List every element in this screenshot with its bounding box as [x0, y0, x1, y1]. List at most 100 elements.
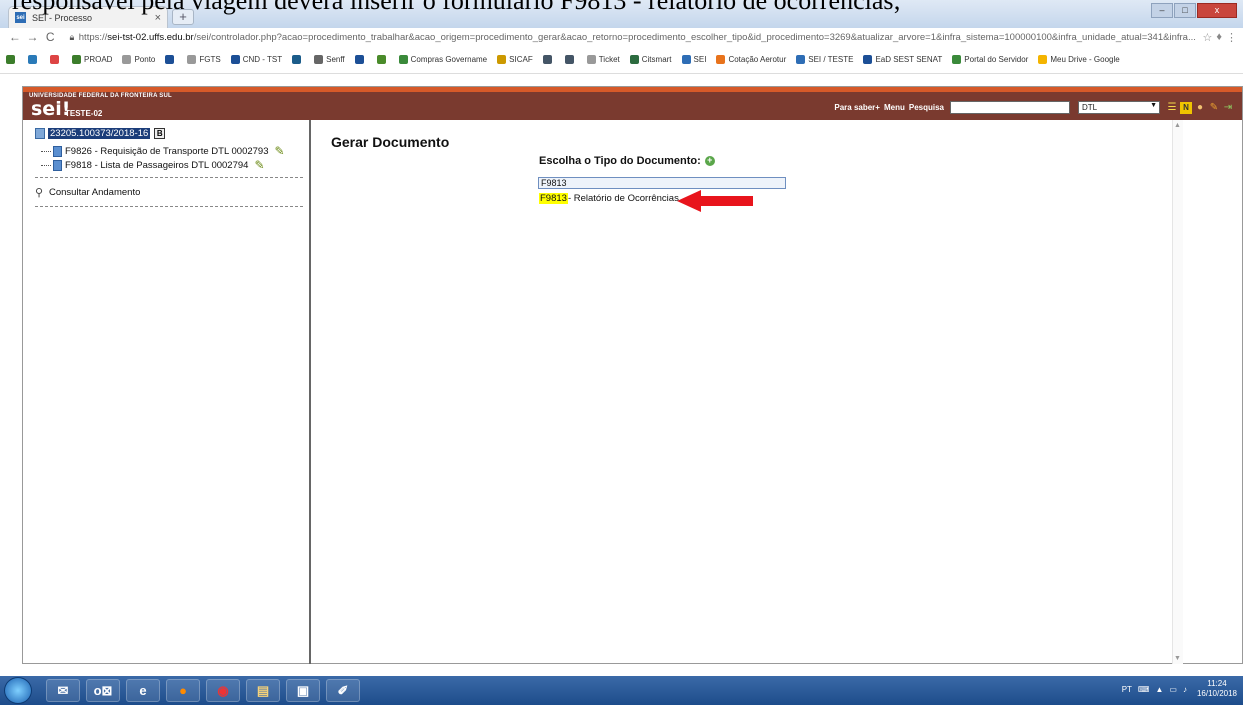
header-icons: ☰ N ● ✎ ⇥ [1164, 101, 1234, 114]
bookmark-item[interactable] [354, 55, 367, 64]
clock[interactable]: 11:24 16/10/2018 [1197, 679, 1237, 699]
bookmark-label: SEI [693, 55, 707, 64]
bookmark-icon [292, 55, 302, 64]
bookmark-item[interactable]: Compras Govername [398, 55, 487, 64]
document-type-result[interactable]: F9813 - Relatório de Ocorrências [539, 193, 679, 204]
add-icon[interactable]: + [704, 156, 715, 166]
taskbar-app-explorer[interactable]: ▤ [246, 679, 280, 702]
bookmark-item[interactable]: SICAF [497, 55, 533, 64]
list-icon[interactable]: ☰ [1166, 102, 1178, 114]
bookmark-item[interactable]: Portal do Servidor [952, 55, 1028, 64]
unit-select[interactable]: DTL ▼ [1078, 101, 1160, 114]
bookmark-item[interactable] [376, 55, 389, 64]
document-type-filter-input[interactable]: F9813 [538, 177, 786, 189]
maximize-button[interactable]: □ [1174, 3, 1196, 18]
bookmark-item[interactable] [165, 55, 177, 64]
tree-doc-item[interactable]: F9818 - Lista de Passageiros DTL 0002794… [41, 158, 265, 172]
screen: sei SEI - Processo × + – □ x responsável… [0, 0, 1243, 705]
bookmark-item[interactable]: Senff [314, 55, 345, 64]
bookmark-item[interactable]: SEI / TESTE [796, 55, 853, 64]
bookmark-item[interactable]: SEI [681, 55, 707, 64]
bookmark-item[interactable]: EaD SEST SENAT [863, 55, 942, 64]
clock-date: 16/10/2018 [1196, 689, 1237, 698]
bookmark-label: Ponto [134, 55, 156, 64]
para-saber-link[interactable]: Para saber+ [834, 103, 880, 112]
unit-select-value: DTL [1082, 103, 1098, 112]
bookmark-item[interactable] [28, 55, 40, 64]
reload-icon[interactable]: C [41, 30, 59, 44]
bookmark-item[interactable]: CND - TST [230, 55, 283, 64]
document-caption: responsável pela viagem deverá inserir o… [12, 0, 901, 15]
menu-link[interactable]: Menu [884, 103, 905, 112]
notes-icon[interactable]: N [1180, 101, 1192, 114]
result-text[interactable]: - Relatório de Ocorrências [568, 193, 679, 204]
address-bar: ← → C 🔒︎ https://sei-tst-02.uffs.edu.br/… [0, 28, 1243, 46]
url-scheme: https:// [78, 31, 108, 43]
keyboard-icon[interactable]: ⌨ [1138, 685, 1150, 694]
bookmark-item[interactable]: Cotação Aerotur [716, 55, 786, 64]
tree-doc-item[interactable]: F9826 - Requisição de Transporte DTL 000… [41, 144, 285, 158]
sei-app: UNIVERSIDADE FEDERAL DA FRONTEIRA SUL se… [22, 86, 1243, 664]
exit-icon[interactable]: ⇥ [1222, 102, 1234, 114]
bookmark-item[interactable]: PROAD [72, 55, 112, 64]
sei-header: UNIVERSIDADE FEDERAL DA FRONTEIRA SUL se… [23, 92, 1242, 120]
back-icon[interactable]: ← [6, 30, 24, 44]
network-icon[interactable]: ▭ [1169, 685, 1177, 694]
taskbar-app-outlook[interactable]: o⊠ [86, 679, 120, 702]
choose-type-text: Escolha o Tipo do Documento: [539, 155, 701, 167]
lock-icon[interactable]: 🔒︎ [65, 32, 79, 43]
start-button[interactable] [4, 677, 32, 704]
bookmark-item[interactable] [292, 55, 304, 64]
bookmark-label: Portal do Servidor [964, 55, 1029, 64]
taskbar-app-chrome[interactable]: ◉ [206, 679, 240, 702]
volume-icon[interactable]: ♪ [1183, 685, 1187, 694]
tree-doc-label[interactable]: F9826 - Requisição de Transporte DTL 000… [65, 146, 269, 157]
bookmark-icon [72, 55, 81, 64]
taskbar-app-paint[interactable]: ✐ [326, 679, 360, 702]
consultar-andamento-link[interactable]: ⚲ Consultar Andamento [35, 186, 140, 199]
bookmark-item[interactable] [6, 55, 18, 64]
bookmark-item[interactable]: Meu Drive - Google [1038, 55, 1120, 64]
forward-icon[interactable]: → [24, 30, 42, 44]
taskbar-app-ie[interactable]: e [126, 679, 160, 702]
user-icon[interactable]: ● [1194, 102, 1206, 114]
bookmark-item[interactable] [564, 55, 577, 64]
bookmark-item[interactable]: Ticket [586, 55, 620, 64]
consultar-label[interactable]: Consultar Andamento [49, 187, 140, 198]
main-scrollbar[interactable]: ▲ ▼ [1172, 120, 1183, 664]
tree-doc-label[interactable]: F9818 - Lista de Passageiros DTL 0002794 [65, 160, 248, 171]
process-number[interactable]: 23205.100373/2018-16 [48, 128, 151, 139]
taskbar-app-mail[interactable]: ✉ [46, 679, 80, 702]
search-input[interactable] [950, 101, 1070, 114]
browser-menu-icon[interactable]: ⋮ [1226, 31, 1237, 44]
tools-icon[interactable]: ✎ [1208, 102, 1220, 114]
close-window-button[interactable]: x [1197, 3, 1237, 18]
bookmark-item[interactable] [50, 55, 62, 64]
tray-expand-icon[interactable]: ▲ [1155, 685, 1163, 694]
star-icon[interactable]: ☆ [1202, 31, 1212, 44]
pesquisa-label: Pesquisa [908, 103, 944, 112]
choose-type-label: Escolha o Tipo do Documento: + [539, 155, 715, 167]
url-field[interactable]: https://sei-tst-02.uffs.edu.br/sei/contr… [79, 32, 1199, 43]
bookmark-item[interactable]: FGTS [187, 55, 221, 64]
bookmark-item[interactable]: Citsmart [629, 55, 672, 64]
scroll-down-icon[interactable]: ▼ [1174, 655, 1181, 662]
bookmark-item[interactable] [542, 55, 555, 64]
minimize-button[interactable]: – [1151, 3, 1173, 18]
taskbar-app-firefox[interactable]: ● [166, 679, 200, 702]
language-indicator[interactable]: PT [1122, 685, 1132, 694]
bookmark-icon [564, 55, 574, 64]
bookmark-item[interactable]: Ponto [122, 55, 155, 64]
pencil-icon[interactable]: ✎ [275, 144, 285, 158]
scroll-up-icon[interactable]: ▲ [1174, 122, 1181, 129]
result-code[interactable]: F9813 [539, 193, 568, 204]
bookmark-label: CND - TST [242, 55, 283, 64]
bookmark-icon [497, 55, 507, 64]
extension-icon[interactable]: ♦ [1216, 31, 1222, 43]
bookmark-label: Cotação Aerotur [728, 55, 787, 64]
tree-root[interactable]: 23205.100373/2018-16 B [35, 128, 166, 139]
badge-b[interactable]: B [154, 128, 166, 139]
window-controls: – □ x [1150, 3, 1237, 18]
pencil-icon[interactable]: ✎ [254, 158, 264, 172]
taskbar-app-word[interactable]: ▣ [286, 679, 320, 702]
